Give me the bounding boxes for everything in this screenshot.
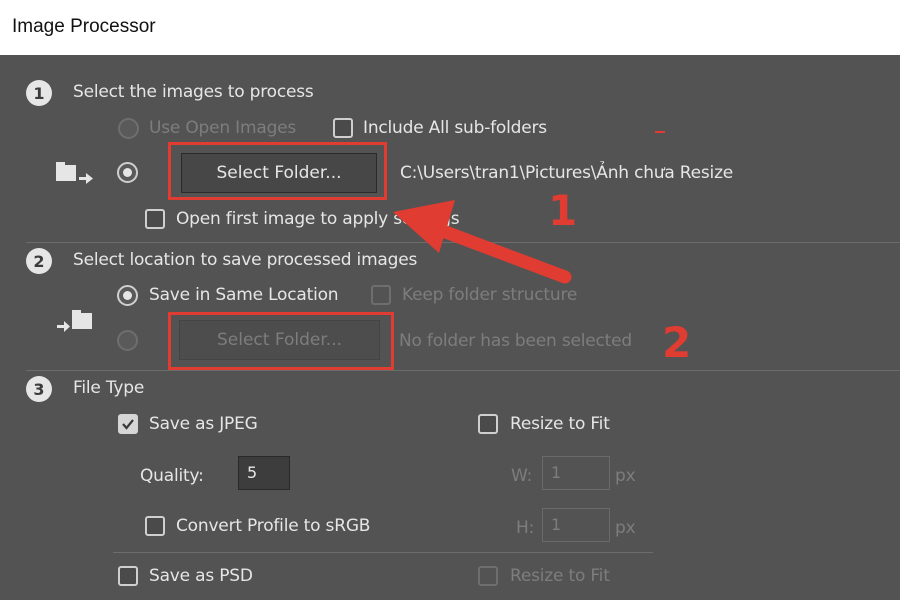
checkmark-icon [122, 419, 134, 430]
height-label: H: [516, 518, 535, 538]
annotation-label-1: 1 [548, 186, 578, 235]
convert-profile-label: Convert Profile to sRGB [176, 516, 371, 536]
save-as-psd-checkbox[interactable] [118, 566, 138, 586]
select-folder-radio[interactable] [117, 162, 138, 183]
height-unit: px [615, 518, 636, 538]
highlight-box-2 [168, 312, 394, 370]
title-bar: Image Processor [0, 0, 900, 55]
save-same-location-radio[interactable] [117, 285, 138, 306]
use-open-images-label: Use Open Images [149, 118, 297, 138]
step-1-badge: 1 [26, 80, 52, 106]
annotation-tick-mark [655, 131, 665, 133]
use-open-images-radio[interactable] [118, 118, 139, 139]
section3-heading: File Type [73, 378, 145, 398]
section1-heading: Select the images to process [73, 82, 314, 102]
include-subfolders-label: Include All sub-folders [363, 118, 547, 138]
save-as-jpeg-checkbox[interactable] [118, 414, 138, 434]
step-2-badge: 2 [26, 248, 52, 274]
save-as-jpeg-label: Save as JPEG [149, 414, 258, 434]
highlight-box-1 [168, 142, 387, 200]
folder-arrow-icon [56, 162, 93, 184]
quality-label: Quality: [140, 466, 204, 486]
select-destination-radio[interactable] [117, 330, 138, 351]
jpeg-psd-divider [113, 552, 653, 553]
width-label: W: [511, 466, 533, 486]
height-input[interactable]: 1 [542, 508, 610, 542]
width-input[interactable]: 1 [542, 456, 610, 490]
annotation-label-2: 2 [662, 318, 692, 367]
section-divider-2 [26, 370, 900, 371]
quality-input[interactable]: 5 [238, 456, 290, 490]
resize-to-fit-psd-checkbox[interactable] [478, 566, 498, 586]
source-folder-path: C:\Users\tran1\Pictures\Ảnh chưa Resize [400, 163, 734, 183]
save-location-icon [57, 310, 92, 332]
save-same-location-label: Save in Same Location [149, 285, 339, 305]
include-subfolders-checkbox[interactable] [333, 118, 353, 138]
step-3-badge: 3 [26, 376, 52, 402]
width-unit: px [615, 466, 636, 486]
open-first-image-checkbox[interactable] [145, 209, 165, 229]
save-as-psd-label: Save as PSD [149, 566, 253, 586]
resize-to-fit-jpeg-checkbox[interactable] [478, 414, 498, 434]
section2-heading: Select location to save processed images [73, 250, 418, 270]
resize-to-fit-psd-label: Resize to Fit [510, 566, 610, 586]
no-folder-selected-text: No folder has been selected [399, 331, 632, 351]
convert-profile-checkbox[interactable] [145, 516, 165, 536]
window-title: Image Processor [12, 16, 156, 37]
resize-to-fit-jpeg-label: Resize to Fit [510, 414, 610, 434]
